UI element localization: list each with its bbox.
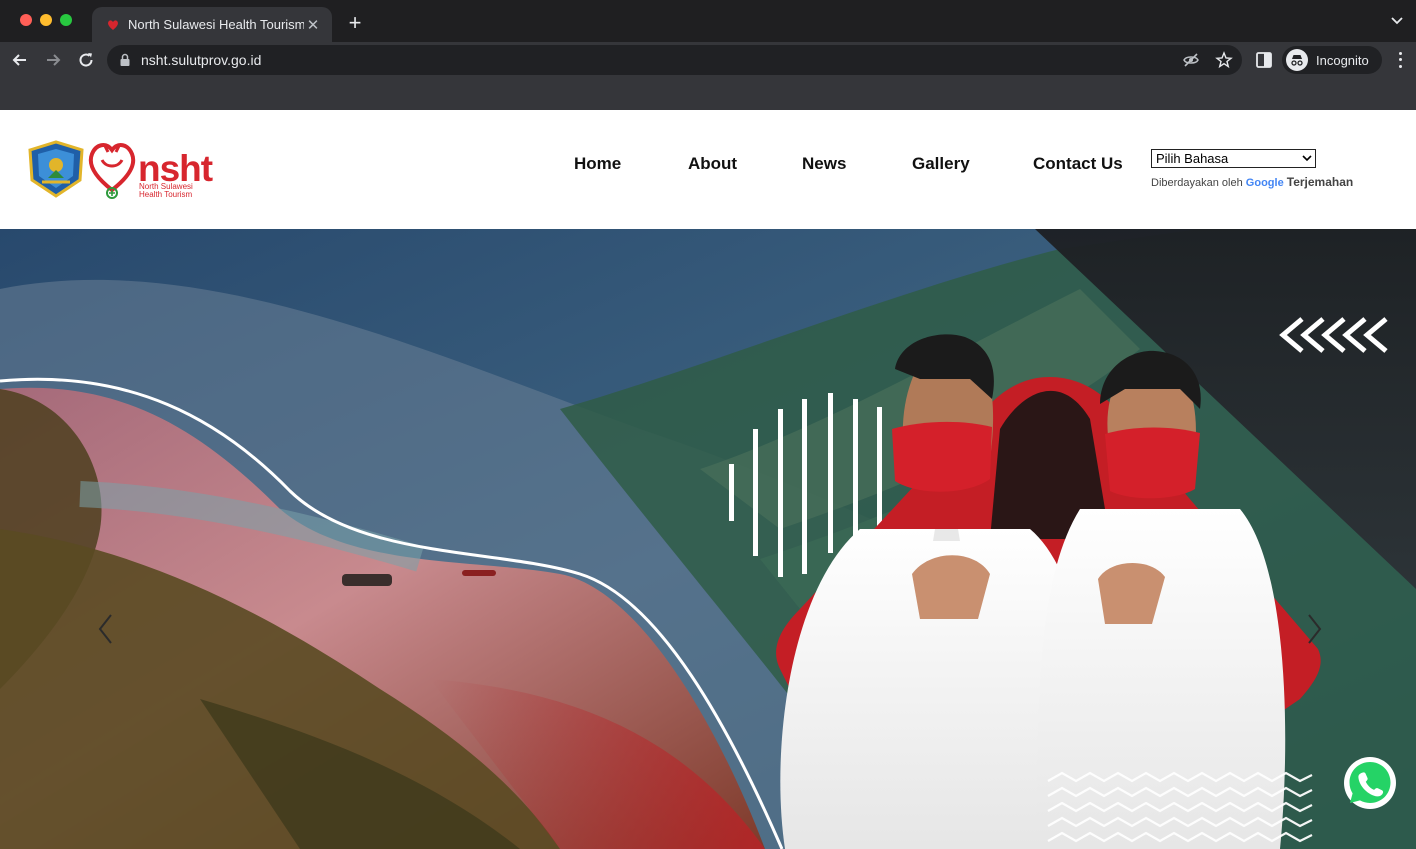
eye-off-icon [1183, 53, 1199, 67]
nav-home[interactable]: Home [574, 154, 621, 174]
browser-menu-button[interactable] [1392, 50, 1408, 70]
slider-prev-button[interactable] [95, 612, 117, 646]
star-icon [1215, 51, 1233, 69]
tracking-blocked-icon[interactable] [1181, 50, 1201, 70]
powered-prefix: Diberdayakan oleh [1151, 177, 1243, 189]
google-wordmark[interactable]: Google [1246, 177, 1284, 189]
tab-close-icon[interactable]: ✕ [304, 16, 322, 34]
whatsapp-chat-button[interactable] [1343, 756, 1397, 810]
new-tab-button[interactable]: + [343, 10, 367, 36]
close-window-button[interactable] [20, 14, 32, 26]
browser-toolbar: nsht.sulutprov.go.id Incognito [0, 42, 1416, 78]
province-emblem-logo[interactable] [26, 140, 86, 198]
nav-gallery[interactable]: Gallery [912, 154, 970, 174]
back-button[interactable] [8, 48, 32, 72]
logo-tagline: North Sulawesi Health Tourism [139, 183, 193, 199]
favicon-icon [108, 19, 118, 30]
browser-bookmark-bar [0, 78, 1416, 110]
hero-slider [0, 229, 1416, 849]
side-panel-icon[interactable] [1255, 51, 1273, 69]
chevron-down-icon [1302, 155, 1312, 162]
bookmark-star-button[interactable] [1214, 50, 1234, 70]
reload-icon [79, 53, 93, 67]
google-translate-credit: Diberdayakan oleh Google Terjemahan [1151, 175, 1353, 189]
tab-title: North Sulawesi Health Tourism [128, 17, 304, 32]
language-select-value: Pilih Bahasa [1156, 151, 1229, 166]
incognito-icon [1286, 49, 1308, 71]
minimize-window-button[interactable] [40, 14, 52, 26]
language-select[interactable]: Pilih Bahasa [1151, 149, 1316, 168]
translate-link[interactable]: Terjemahan [1287, 175, 1353, 189]
address-bar[interactable]: nsht.sulutprov.go.id [107, 45, 1242, 75]
forward-button[interactable] [41, 48, 65, 72]
nav-about[interactable]: About [688, 154, 737, 174]
browser-tab-bar: North Sulawesi Health Tourism ✕ + [0, 0, 1416, 42]
arrow-right-icon [47, 54, 61, 66]
web-page: nsht North Sulawesi Health Tourism Home … [0, 110, 1416, 849]
site-header: nsht North Sulawesi Health Tourism Home … [0, 110, 1416, 229]
incognito-label: Incognito [1316, 52, 1369, 68]
nav-news[interactable]: News [802, 154, 846, 174]
lock-icon [120, 53, 130, 66]
url-text: nsht.sulutprov.go.id [141, 52, 262, 68]
maximize-window-button[interactable] [60, 14, 72, 26]
slider-next-button[interactable] [1303, 612, 1325, 646]
incognito-profile-button[interactable]: Incognito [1282, 46, 1382, 74]
arrow-left-icon [12, 54, 26, 66]
hero-banner-image [0, 229, 1416, 849]
browser-tab-active[interactable]: North Sulawesi Health Tourism ✕ [92, 7, 332, 42]
tab-search-chevron-icon[interactable] [1390, 14, 1404, 28]
logo-tagline-line2: Health Tourism [139, 190, 193, 199]
reload-button[interactable] [74, 48, 98, 72]
nav-contact-us[interactable]: Contact Us [1033, 154, 1123, 174]
